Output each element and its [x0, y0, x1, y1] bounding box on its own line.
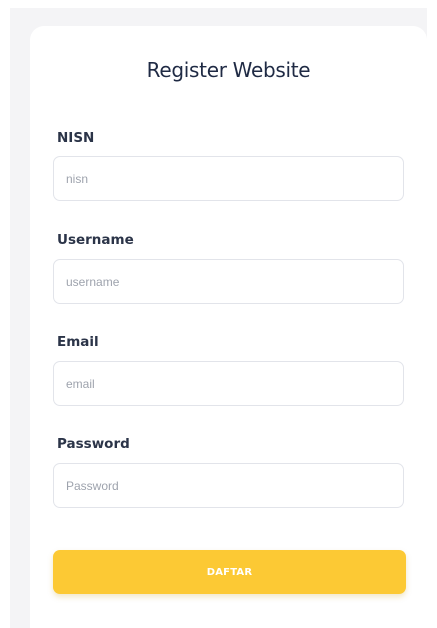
register-card: Register Website NISN Username Email Pas…	[30, 26, 427, 628]
username-input[interactable]	[53, 259, 404, 304]
username-label: Username	[57, 232, 134, 248]
nisn-label: NISN	[57, 130, 95, 146]
form-title: Register Website	[146, 58, 311, 82]
nisn-input[interactable]	[53, 156, 404, 201]
daftar-button[interactable]: DAFTAR	[53, 550, 406, 594]
password-label: Password	[57, 436, 130, 452]
password-input[interactable]	[53, 463, 404, 508]
email-input[interactable]	[53, 361, 404, 406]
email-label: Email	[57, 334, 99, 350]
